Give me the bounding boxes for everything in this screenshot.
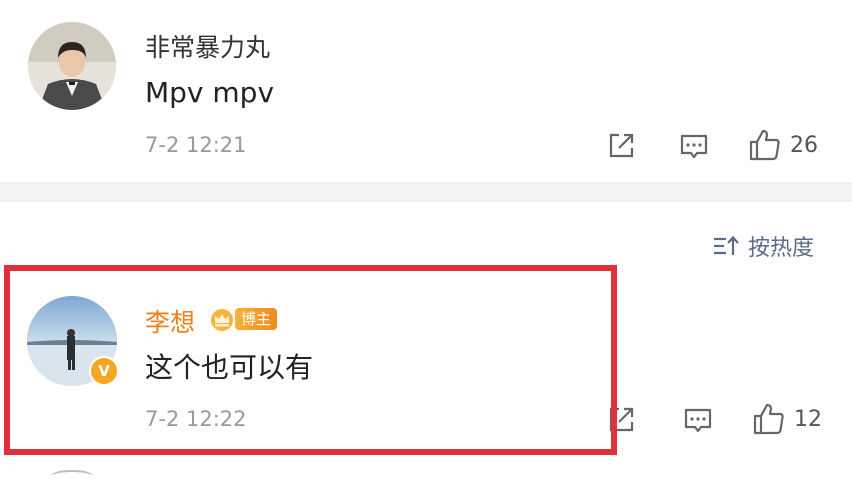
like-count: 26 [790, 132, 818, 158]
avatar[interactable]: V [27, 296, 119, 386]
like-count: 12 [794, 406, 822, 432]
share-icon [609, 133, 634, 158]
like-button[interactable]: 12 [752, 402, 822, 436]
avatar[interactable] [28, 22, 116, 110]
username[interactable]: 李想 [145, 303, 195, 339]
timestamp: 7-2 12:22 [145, 407, 247, 431]
sort-by-hot-button[interactable]: 按热度 [712, 230, 814, 262]
crown-icon [211, 309, 233, 331]
sort-icon [714, 235, 739, 255]
comment-item: V 李想 博主 这个也可以有 7-2 12:22 12 [0, 260, 852, 460]
sort-label: 按热度 [748, 236, 815, 261]
thumbs-up-icon [749, 129, 780, 161]
reply-button[interactable] [682, 406, 714, 436]
comment-text: 这个也可以有 [145, 351, 314, 384]
share-icon [609, 407, 634, 432]
comment-text: Mpv mpv [145, 76, 275, 109]
blogger-badge-label: 博主 [235, 308, 278, 330]
reply-button[interactable] [678, 132, 710, 162]
comment-item: 非常暴力丸 Mpv mpv 7-2 12:21 26 [0, 0, 852, 182]
verified-badge: V [89, 356, 119, 386]
comment-icon [684, 408, 712, 433]
blogger-badge: 博主 [207, 306, 278, 332]
comment-list: 非常暴力丸 Mpv mpv 7-2 12:21 26 按热度 V 李想 博主 这… [0, 0, 852, 479]
next-comment-avatar-edge [50, 470, 94, 479]
share-button[interactable] [606, 405, 636, 435]
share-button[interactable] [606, 131, 636, 161]
like-button[interactable]: 26 [748, 128, 818, 162]
comment-icon [680, 134, 708, 159]
section-divider [0, 182, 852, 202]
username[interactable]: 非常暴力丸 [145, 28, 270, 64]
thumbs-up-icon [753, 403, 784, 435]
timestamp: 7-2 12:21 [145, 133, 247, 157]
